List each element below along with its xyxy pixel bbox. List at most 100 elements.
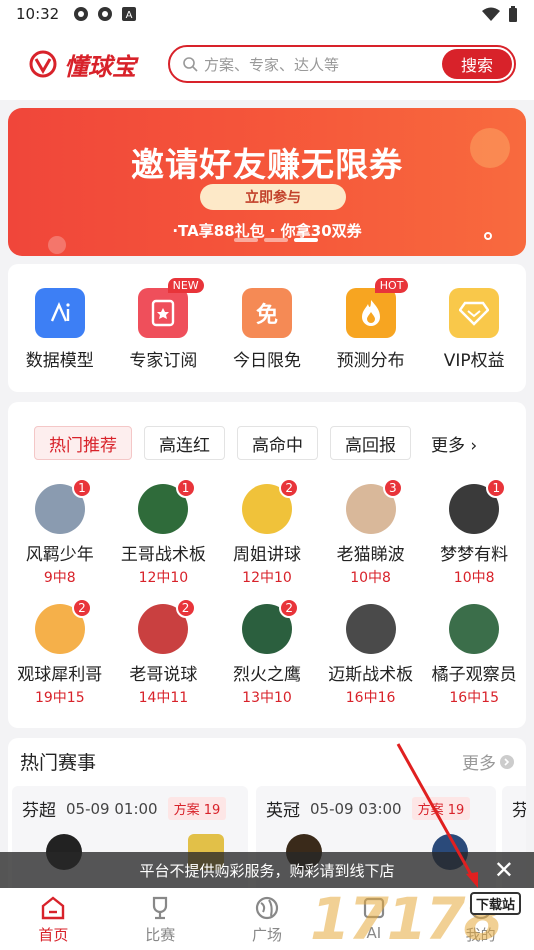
feature-label: 预测分布	[336, 351, 405, 371]
hot-tag: HOT	[374, 278, 409, 293]
match-league: 芬	[512, 801, 526, 821]
nav-square[interactable]: 广场	[214, 888, 321, 950]
expert-name: 观球犀利哥	[17, 665, 103, 685]
feature-data-model[interactable]: 数据模型	[8, 288, 112, 392]
count-badge: 1	[486, 478, 507, 498]
feature-vip[interactable]: VIP权益	[422, 288, 526, 392]
search-bar[interactable]: 方案、专家、达人等 搜索	[168, 45, 516, 83]
expert-name: 老哥说球	[129, 665, 198, 685]
expert-record: 14中11	[138, 690, 189, 706]
match-plans: 方案 19	[167, 797, 227, 820]
pager-dot	[234, 238, 258, 242]
globe-icon	[255, 896, 279, 920]
tabs-more-link[interactable]: 更多 ›	[431, 431, 477, 456]
status-time: 10:32	[16, 5, 60, 23]
logo-icon	[29, 50, 57, 78]
home-icon	[42, 896, 65, 920]
notice-toast: 平台不提供购彩服务，购彩请到线下店 ✕	[0, 852, 534, 888]
expert-item[interactable]: 2 周姐讲球 12中10	[215, 478, 319, 604]
expert-item[interactable]: 迈斯战术板 16中16	[319, 604, 423, 724]
match-league: 芬超	[22, 801, 56, 821]
tab-high-hit[interactable]: 高命中	[237, 426, 318, 460]
expert-item[interactable]: 2 烈火之鹰 13中10	[215, 598, 319, 724]
nav-matches[interactable]: 比赛	[107, 888, 214, 950]
section-title: 热门赛事	[20, 752, 97, 774]
search-input[interactable]: 方案、专家、达人等	[204, 54, 339, 75]
expert-item[interactable]: 2 老哥说球 14中11	[112, 598, 216, 724]
banner-pager	[234, 238, 318, 242]
banner-title: 邀请好友赚无限券	[131, 145, 403, 184]
feature-label: 数据模型	[25, 351, 94, 371]
free-icon: 免	[241, 288, 292, 338]
toast-text: 平台不提供购彩服务，购彩请到线下店	[139, 861, 395, 880]
nav-label: 比赛	[145, 926, 176, 944]
expert-item[interactable]: 2 观球犀利哥 19中15	[8, 598, 112, 724]
recommend-tabs: 热门推荐 高连红 高命中 高回报 更多 ›	[8, 402, 526, 460]
expert-name: 王哥战术板	[120, 545, 206, 565]
nav-label: 首页	[38, 926, 69, 944]
status-bar: 10:32 A	[0, 0, 534, 28]
more-label: 更多	[462, 754, 496, 774]
match-time: 05-09 01:00	[66, 799, 158, 818]
wifi-icon	[482, 7, 500, 21]
count-badge: 3	[382, 478, 403, 498]
feature-label: 专家订阅	[129, 351, 198, 371]
nav-label: 广场	[251, 926, 282, 944]
feature-free-today[interactable]: 免 今日限免	[215, 288, 319, 392]
avatar	[345, 604, 396, 654]
promo-banner[interactable]: 邀请好友赚无限券 立即参与 ·TA享88礼包 · 你拿30双券	[8, 108, 526, 256]
count-badge: 2	[279, 478, 300, 498]
expert-item[interactable]: 1 梦梦有料 10中8	[422, 478, 526, 604]
diamond-icon	[449, 288, 500, 338]
expert-record: 10中8	[350, 570, 391, 586]
pager-dot-active	[294, 238, 318, 242]
match-time: 05-09 03:00	[310, 799, 402, 818]
expert-item[interactable]: 1 风羁少年 9中8	[8, 478, 112, 604]
battery-icon	[509, 6, 517, 22]
expert-name: 风羁少年	[25, 545, 94, 565]
expert-name: 梦梦有料	[440, 545, 509, 565]
count-badge: 1	[175, 478, 196, 498]
app-notification-icon	[74, 7, 89, 21]
expert-item[interactable]: 3 老猫睇波 10中8	[319, 478, 423, 604]
app-header: 懂球宝 方案、专家、达人等 搜索	[0, 28, 534, 100]
expert-item[interactable]: 1 王哥战术板 12中10	[112, 478, 216, 604]
expert-record: 10中8	[453, 570, 495, 586]
match-league: 英冠	[266, 801, 300, 821]
avatar	[449, 604, 500, 654]
matches-more-link[interactable]: 更多	[462, 749, 514, 774]
expert-name: 烈火之鹰	[232, 665, 301, 685]
feature-expert-subscribe[interactable]: NEW 专家订阅	[112, 278, 216, 392]
banner-join-button[interactable]: 立即参与	[200, 184, 346, 210]
feature-label: VIP权益	[443, 351, 505, 371]
bookmark-icon	[138, 288, 189, 338]
feature-grid: 数据模型 NEW 专家订阅 免 今日限免 HOT 预测分布 VIP权益	[8, 264, 526, 392]
count-badge: 1	[72, 478, 92, 498]
expert-name: 老猫睇波	[336, 545, 405, 565]
pager-dot	[264, 238, 288, 242]
search-icon	[183, 57, 198, 72]
count-badge: 2	[175, 598, 196, 618]
fire-icon	[345, 288, 396, 338]
tab-high-streak[interactable]: 高连红	[144, 426, 225, 460]
feature-label: 今日限免	[232, 351, 301, 371]
tab-hot-recommend[interactable]: 热门推荐	[34, 426, 132, 460]
expert-record: 16中16	[345, 690, 396, 706]
nav-home[interactable]: 首页	[0, 888, 107, 950]
watermark-site: 下载站	[470, 892, 522, 915]
hot-recommend-section: 热门推荐 高连红 高命中 高回报 更多 › 1 风羁少年 9中8 1 王哥战术板 12中1…	[8, 402, 526, 728]
data-model-icon	[34, 288, 85, 338]
expert-name: 橘子观察员	[431, 665, 517, 685]
count-badge: 2	[279, 598, 300, 618]
app-notification-icon	[98, 7, 113, 21]
tab-high-return[interactable]: 高回报	[330, 426, 411, 460]
expert-record: 12中10	[242, 570, 292, 586]
close-icon[interactable]: ✕	[494, 856, 514, 884]
feature-prediction[interactable]: HOT 预测分布	[319, 278, 423, 392]
svg-text:A: A	[126, 10, 133, 21]
chevron-right-circle-icon	[500, 754, 514, 769]
expert-item[interactable]: 橘子观察员 16中15	[422, 604, 526, 724]
expert-record: 16中15	[449, 690, 499, 706]
search-button[interactable]: 搜索	[442, 49, 512, 79]
more-label: 更多	[431, 435, 465, 456]
